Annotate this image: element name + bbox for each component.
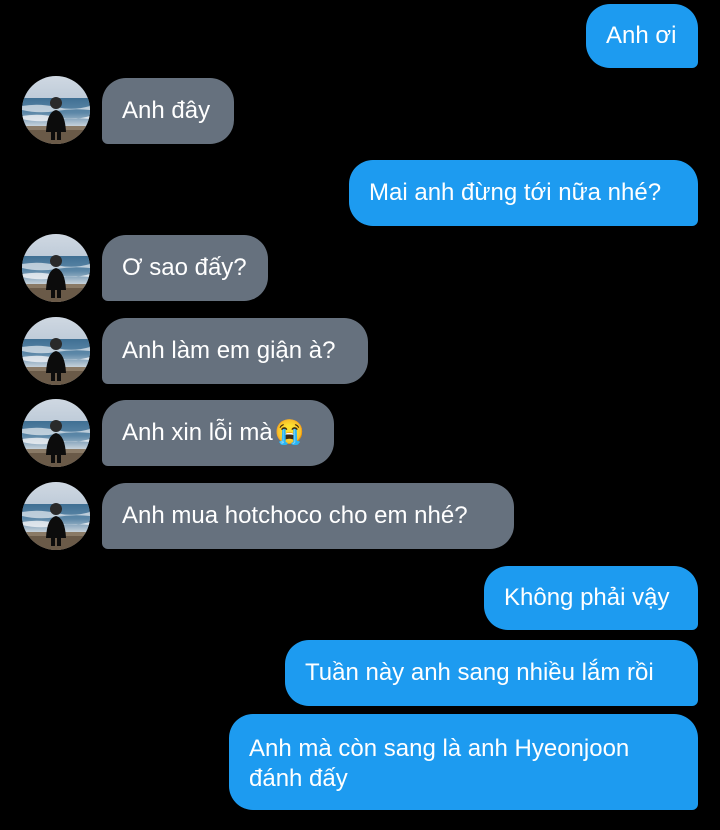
contact-avatar[interactable] [22,234,90,302]
message-bubble-incoming[interactable]: Anh mua hotchoco cho em nhé? [102,483,514,549]
message-text: Anh ơi [606,22,677,49]
message-text: Mai anh đừng tới nữa nhé? [369,179,662,206]
crying-face-emoji: 😭 [274,419,305,446]
beach-person-avatar-image [22,399,90,467]
beach-person-avatar-image [22,76,90,144]
message-bubble-outgoing[interactable]: Không phải vậy [484,566,698,630]
message-text: Ơ sao đấy? [122,254,247,281]
message-text: Anh xin lỗi mà [122,419,273,446]
message-text: Không phải vậy [504,584,670,611]
message-bubble-incoming[interactable]: Anh xin lỗi mà 😭 [102,400,334,466]
beach-person-avatar-image [22,234,90,302]
message-bubble-incoming[interactable]: Ơ sao đấy? [102,235,268,301]
contact-avatar[interactable] [22,482,90,550]
message-bubble-incoming[interactable]: Anh làm em giận à? [102,318,368,384]
beach-person-avatar-image [22,317,90,385]
message-bubble-outgoing[interactable]: Anh ơi [586,4,698,68]
message-text: Anh đây [122,97,211,124]
message-text: Anh mua hotchoco cho em nhé? [122,502,468,529]
message-text: Tuần này anh sang nhiều lắm rồi [305,659,654,686]
contact-avatar[interactable] [22,399,90,467]
beach-person-avatar-image [22,482,90,550]
message-bubble-outgoing[interactable]: Tuần này anh sang nhiều lắm rồi [285,640,698,706]
message-bubble-outgoing[interactable]: Anh mà còn sang là anh Hyeonjoon đánh đấ… [229,714,698,810]
message-bubble-outgoing[interactable]: Mai anh đừng tới nữa nhé? [349,160,698,226]
message-bubble-incoming[interactable]: Anh đây [102,78,234,144]
contact-avatar[interactable] [22,317,90,385]
message-text: Anh làm em giận à? [122,337,336,364]
contact-avatar[interactable] [22,76,90,144]
message-text: Anh mà còn sang là anh Hyeonjoon đánh đấ… [249,735,630,792]
